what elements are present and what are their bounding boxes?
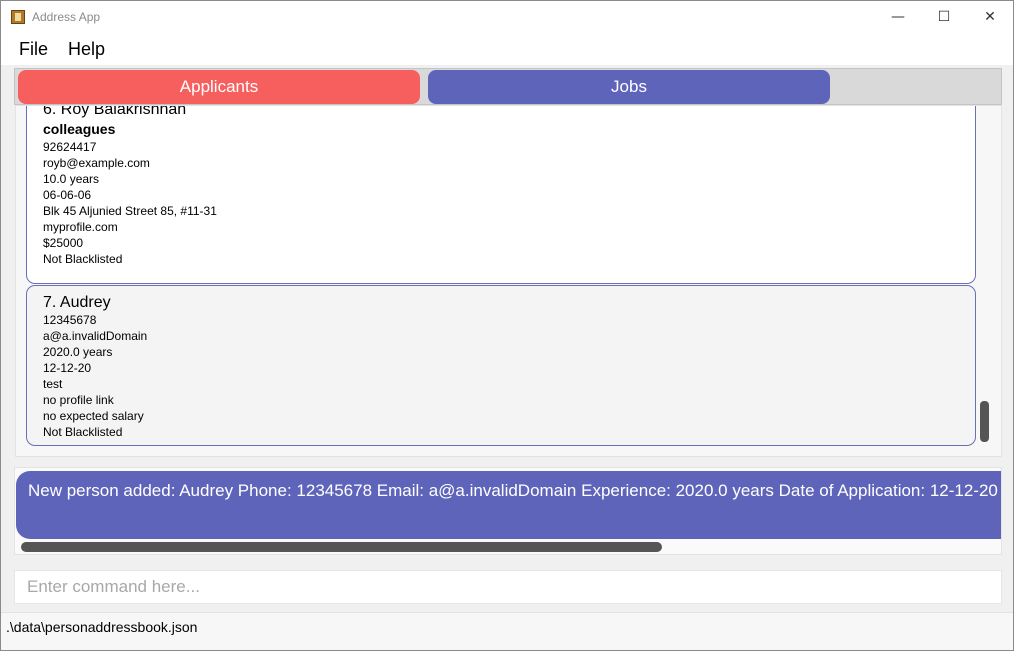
person-date: 06-06-06 <box>43 188 92 202</box>
result-message-box: New person added: Audrey Phone: 12345678… <box>16 471 1001 539</box>
person-salary: $25000 <box>43 236 84 250</box>
result-display-panel: New person added: Audrey Phone: 12345678… <box>14 467 1002 555</box>
list-scrollbar-thumb[interactable] <box>980 401 989 442</box>
minimize-button[interactable]: — <box>875 1 921 33</box>
person-address: test <box>43 377 63 391</box>
result-message: New person added: Audrey Phone: 12345678… <box>28 481 998 500</box>
close-button[interactable]: ✕ <box>967 1 1013 33</box>
person-date: 12-12-20 <box>43 361 92 375</box>
window-title: Address App <box>32 10 101 24</box>
person-email: a@a.invalidDomain <box>43 329 148 343</box>
tab-bar: Applicants Jobs <box>14 68 1002 105</box>
command-input[interactable] <box>15 571 1001 603</box>
person-phone: 12345678 <box>43 313 97 327</box>
person-name: 6. Roy Balakrishnan <box>43 105 187 118</box>
person-blacklist: Not Blacklisted <box>43 252 123 266</box>
person-experience: 2020.0 years <box>43 345 113 359</box>
title-bar: Address App — ☐ ✕ <box>1 1 1013 33</box>
person-name: 7. Audrey <box>43 294 111 311</box>
menu-file[interactable]: File <box>19 39 48 60</box>
person-profile: no profile link <box>43 393 114 407</box>
menu-help[interactable]: Help <box>68 39 105 60</box>
tab-jobs[interactable]: Jobs <box>428 70 830 104</box>
person-email: royb@example.com <box>43 156 150 170</box>
save-location-path: .\data\personaddressbook.json <box>6 619 198 635</box>
person-blacklist: Not Blacklisted <box>43 425 123 439</box>
person-card[interactable]: 7. Audrey 12345678 a@a.invalidDomain 202… <box>26 285 976 446</box>
person-profile: myprofile.com <box>43 220 118 234</box>
tab-applicants[interactable]: Applicants <box>18 70 420 104</box>
person-phone: 92624417 <box>43 140 97 154</box>
person-list-panel[interactable]: 6. Roy Balakrishnan colleagues 92624417 … <box>15 105 1002 457</box>
app-window: Address App — ☐ ✕ File Help Applicants J… <box>0 0 1014 651</box>
maximize-button[interactable]: ☐ <box>921 1 967 33</box>
person-card[interactable]: 6. Roy Balakrishnan colleagues 92624417 … <box>26 105 976 284</box>
person-salary: no expected salary <box>43 409 144 423</box>
person-tag: colleagues <box>43 121 116 137</box>
status-bar: .\data\personaddressbook.json <box>1 612 1013 650</box>
person-address: Blk 45 Aljunied Street 85, #11-31 <box>43 204 217 218</box>
person-experience: 10.0 years <box>43 172 100 186</box>
result-scrollbar-thumb[interactable] <box>21 542 662 552</box>
address-book-icon <box>11 10 25 24</box>
command-box <box>14 570 1002 604</box>
menu-bar: File Help <box>1 33 1013 65</box>
